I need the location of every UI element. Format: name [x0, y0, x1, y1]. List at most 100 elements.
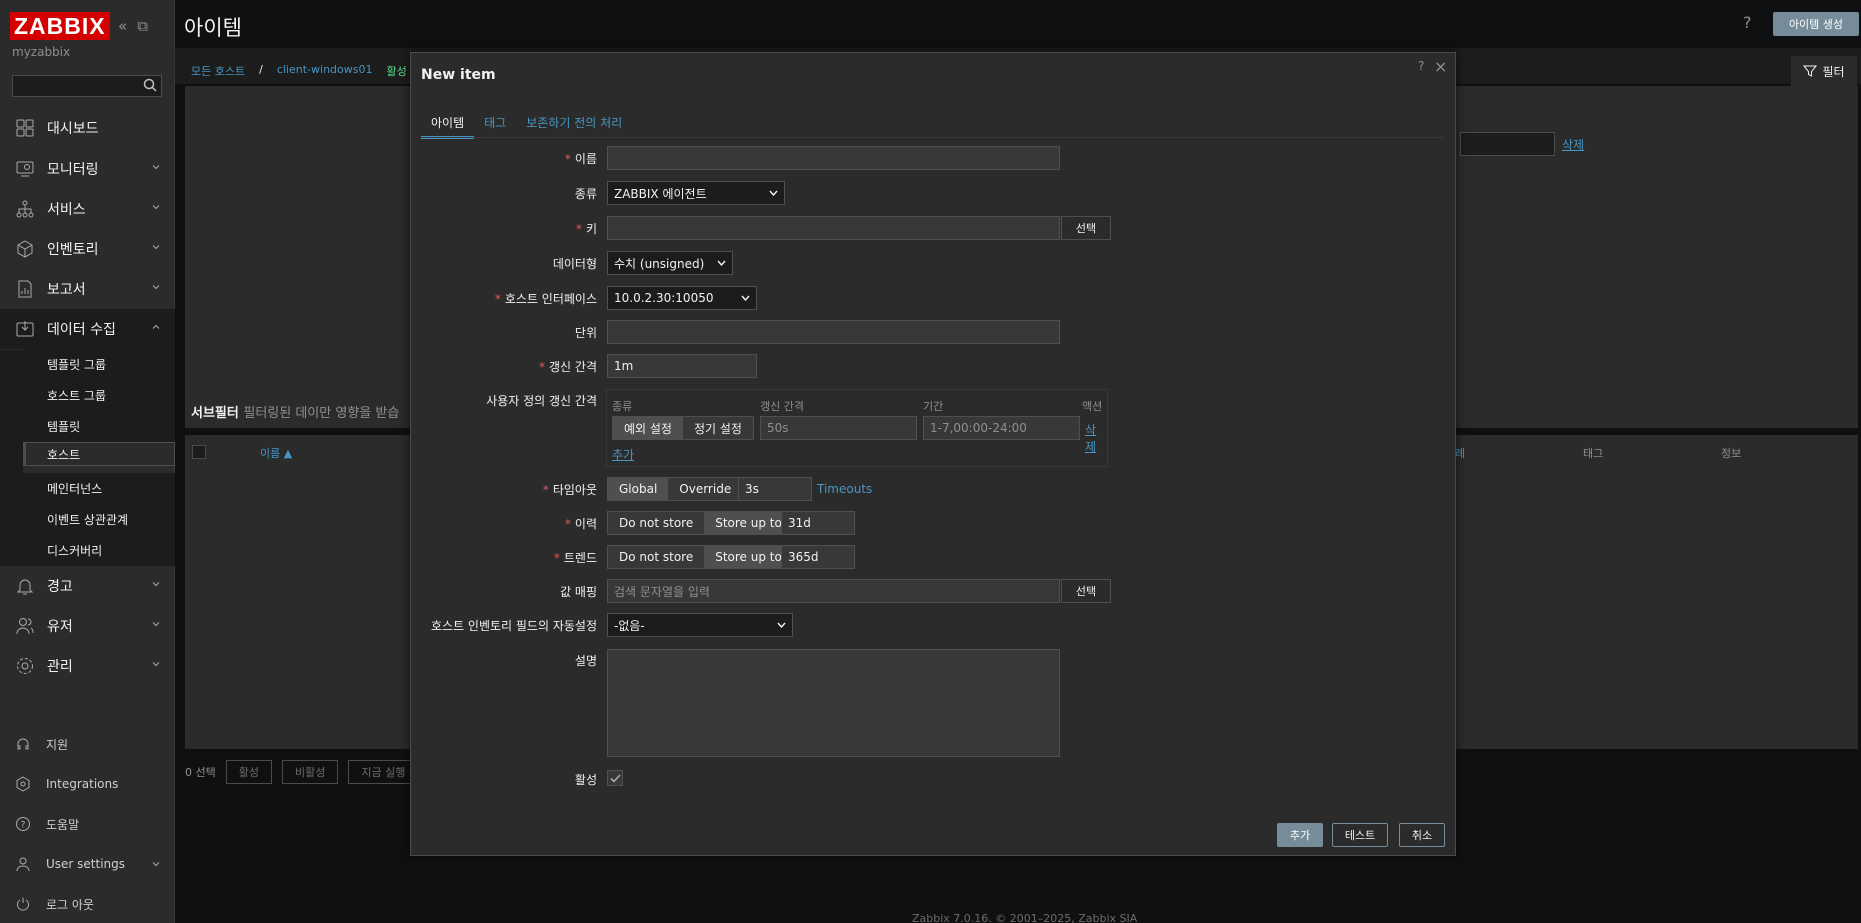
dialog-title: New item	[421, 67, 496, 83]
name-input[interactable]	[607, 146, 1060, 170]
timeout-override[interactable]: Override	[668, 478, 743, 500]
add-button[interactable]: 추가	[1277, 823, 1323, 847]
update-interval-label: * 갱신 간격	[539, 360, 597, 374]
dialog-help-icon[interactable]: ?	[1418, 59, 1424, 73]
breadcrumb: 모든 호스트 / client-windows01 활성	[191, 63, 407, 79]
enabled-checkbox[interactable]	[607, 770, 623, 786]
value-type-select[interactable]: 수치 (unsigned)	[607, 251, 733, 275]
inventory-link-select[interactable]: -없음-	[607, 613, 793, 637]
nav-users[interactable]: 유저	[0, 606, 175, 646]
filter-tab[interactable]: 필터	[1791, 56, 1857, 86]
update-interval-input[interactable]: 1m	[607, 354, 757, 378]
nav-dashboard[interactable]: 대시보드	[0, 108, 175, 148]
help-icon[interactable]: ?	[1743, 13, 1752, 32]
nav-integrations[interactable]: Integrations	[0, 764, 175, 804]
subnav-host-groups[interactable]: 호스트 그룹	[23, 380, 175, 411]
nav-inventory[interactable]: 인벤토리	[0, 229, 175, 269]
chevron-down-icon	[152, 862, 160, 867]
close-icon[interactable]: ×	[1434, 57, 1447, 76]
subnav-event-correlation[interactable]: 이벤트 상관관계	[23, 504, 175, 535]
mass-execute-now-button[interactable]: 지금 실행	[348, 760, 419, 784]
nav-reports[interactable]: 보고서	[0, 269, 175, 309]
sidebar-search-input[interactable]	[12, 75, 162, 97]
kiosk-mode-icon[interactable]: ⧉	[137, 17, 148, 35]
nav-help[interactable]: ? 도움말	[0, 804, 175, 844]
history-store-up-to[interactable]: Store up to	[704, 512, 793, 534]
nav-monitoring[interactable]: 모니터링	[0, 149, 175, 189]
nav-logout[interactable]: 로그 아웃	[0, 884, 175, 923]
nav-support[interactable]: 지원	[0, 724, 175, 764]
history-toggle: Do not store Store up to	[607, 511, 794, 535]
nav-services[interactable]: 서비스	[0, 189, 175, 229]
select-all-checkbox[interactable]	[192, 445, 206, 459]
key-label: * 키	[575, 222, 597, 236]
subnav-discovery[interactable]: 디스커버리	[23, 535, 175, 566]
units-input[interactable]	[607, 320, 1060, 344]
tab-item[interactable]: 아이템	[421, 111, 475, 139]
filter-field[interactable]	[1460, 132, 1555, 156]
nav-label: 모니터링	[47, 162, 99, 178]
monitoring-icon	[14, 158, 36, 180]
ci-interval-input[interactable]: 50s	[760, 416, 917, 440]
nav-label: 서비스	[47, 202, 86, 218]
mass-disable-button[interactable]: 비활성	[282, 760, 339, 784]
subnav-maintenance[interactable]: 메인터넌스	[23, 473, 175, 504]
trends-store-up-to[interactable]: Store up to	[704, 546, 793, 568]
chevron-down-icon	[717, 260, 726, 266]
timeout-input[interactable]: 3s	[738, 477, 812, 501]
submenu-indent	[0, 350, 23, 566]
ci-header-interval: 갱신 간격	[760, 400, 804, 413]
tab-preprocessing[interactable]: 보존하기 전의 처리	[516, 111, 632, 139]
timeout-global[interactable]: Global	[608, 478, 669, 500]
type-select[interactable]: ZABBIX 에이전트	[607, 181, 785, 205]
ci-period-input[interactable]: 1-7,00:00-24:00	[923, 416, 1080, 440]
data-collection-icon	[14, 318, 36, 340]
breadcrumb-host[interactable]: client-windows01	[277, 63, 373, 79]
key-select-button[interactable]: 선택	[1061, 216, 1111, 240]
cancel-button[interactable]: 취소	[1399, 823, 1445, 847]
nav-label: 지원	[46, 737, 69, 752]
history-input[interactable]: 31d	[781, 511, 855, 535]
key-input[interactable]	[607, 216, 1060, 240]
interface-select[interactable]: 10.0.2.30:10050	[607, 286, 757, 310]
chevron-down-icon	[152, 245, 160, 250]
column-info-header: 정보	[1721, 447, 1742, 460]
trends-do-not-store[interactable]: Do not store	[608, 546, 705, 568]
sidebar-controls: « ⧉	[118, 17, 148, 35]
ci-header-type: 종류	[612, 400, 633, 413]
users-icon	[14, 615, 36, 637]
subnav-hosts[interactable]: 호스트	[23, 442, 175, 466]
subnav-template-groups[interactable]: 템플릿 그룹	[23, 349, 175, 380]
collapse-sidebar-icon[interactable]: «	[118, 17, 127, 35]
column-header-partial[interactable]: 례	[1455, 445, 1465, 461]
nav-user-settings[interactable]: User settings	[0, 844, 175, 884]
tab-tags[interactable]: 태그	[474, 111, 516, 139]
nav-data-collection[interactable]: 데이터 수집	[0, 309, 175, 349]
nav-label: 대시보드	[47, 121, 99, 137]
column-name-header[interactable]: 이름 ▲	[260, 445, 292, 461]
valuemap-select-button[interactable]: 선택	[1061, 579, 1111, 603]
description-textarea[interactable]	[607, 649, 1060, 757]
mass-enable-button[interactable]: 활성	[225, 760, 272, 784]
search-icon[interactable]	[143, 78, 157, 92]
timeouts-link[interactable]: Timeouts	[817, 482, 872, 496]
checkmark-icon	[609, 773, 621, 783]
ci-add-link[interactable]: 추가	[612, 446, 634, 463]
ci-header-action: 액션	[1082, 400, 1103, 413]
ci-mode-flexible[interactable]: 예외 설정	[613, 417, 683, 439]
zabbix-logo[interactable]: ZABBIX	[10, 12, 110, 40]
test-button[interactable]: 테스트	[1332, 823, 1388, 847]
valuemap-input[interactable]: 검색 문자열을 입력	[607, 579, 1060, 603]
filter-remove-link[interactable]: 삭제	[1562, 136, 1584, 153]
nav-alerts[interactable]: 경고	[0, 566, 175, 606]
nav-administration[interactable]: 관리	[0, 646, 175, 686]
history-do-not-store[interactable]: Do not store	[608, 512, 705, 534]
type-label: 종류	[574, 187, 597, 201]
trends-input[interactable]: 365d	[781, 545, 855, 569]
breadcrumb-all-hosts[interactable]: 모든 호스트	[191, 63, 245, 79]
subnav-templates[interactable]: 템플릿	[23, 411, 175, 442]
ci-mode-scheduling[interactable]: 정기 설정	[682, 417, 753, 439]
host-status[interactable]: 활성	[386, 63, 406, 79]
create-item-button[interactable]: 아이템 생성	[1773, 12, 1859, 36]
ci-remove-link[interactable]: 삭제	[1085, 421, 1107, 455]
